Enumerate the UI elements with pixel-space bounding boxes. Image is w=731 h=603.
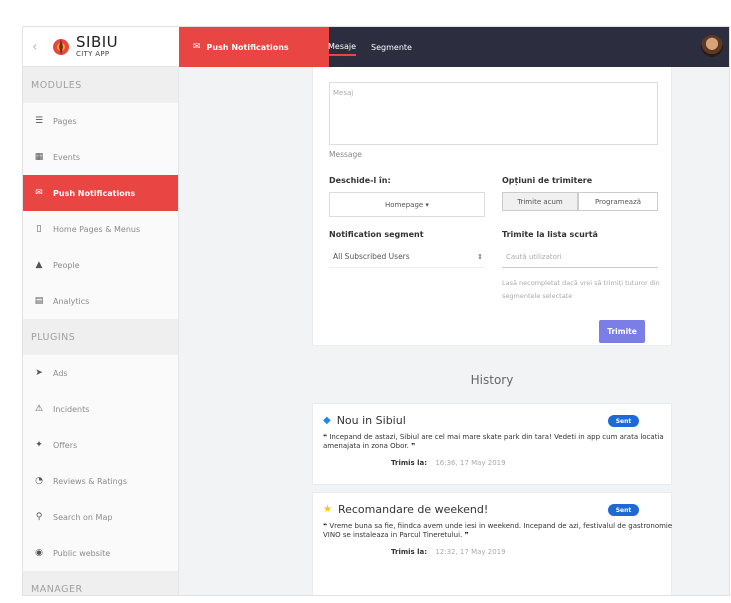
sidebar-item-people[interactable]: ▲ People (23, 247, 178, 283)
sidebar-item-label: Analytics (53, 296, 90, 306)
star-icon: ★ (323, 504, 332, 515)
sidebar-item-label: Search on Map (53, 512, 113, 522)
tab-bar: Mesaje Segmente (328, 27, 427, 67)
module-title-label: Push Notifications (206, 42, 289, 52)
app-name: SIBIU (76, 33, 119, 51)
segment-select[interactable]: All Subscribed Users ⇕ (329, 246, 485, 268)
sidebar-item-label: Push Notifications (53, 188, 136, 198)
select-arrows-icon: ⇕ (477, 252, 483, 261)
history-item[interactable]: ◆ Nou in Sibiul Sent ❝ Incepand de astaz… (312, 403, 672, 485)
compose-card: Mesaj Message Deschide-l în: Homepage ▾ … (312, 67, 672, 346)
history-item-title-text: Recomandare de weekend! (337, 503, 489, 516)
sent-at-value: 12:32, 17 May 2019 (435, 548, 506, 556)
app-subtitle: CITY APP (76, 50, 110, 58)
history-item-body-text: Vreme buna sa fie, fiindca avem unde ies… (323, 522, 673, 539)
sent-at-label: Trimis la: (391, 459, 428, 467)
history-item-meta: Trimis la: 12:32, 17 May 2019 (391, 548, 506, 556)
logo-text: SIBIU CITY APP (76, 35, 118, 58)
chevron-left-icon[interactable]: ‹ (32, 39, 46, 55)
sidebar-item-label: Events (53, 152, 81, 162)
sidebar-item-search-on-map[interactable]: ⚲ Search on Map (23, 499, 178, 535)
diamond-icon: ◆ (323, 415, 331, 426)
message-textarea[interactable]: Mesaj (329, 82, 658, 145)
logo-icon (52, 38, 70, 56)
message-label: Message (329, 150, 362, 159)
sidebar: MODULES ☰ Pages ▦ Events ✉ Push Notificatio… (23, 67, 179, 595)
quote-close-icon: ❞ (411, 442, 416, 450)
sidebar-item-events[interactable]: ▦ Events (23, 139, 178, 175)
calendar-icon: ▦ (34, 152, 44, 162)
history-title: History (470, 373, 514, 387)
tab-segmente[interactable]: Segmente (371, 40, 412, 55)
mobile-icon: ▯ (36, 224, 42, 234)
send-button[interactable]: Trimite (599, 320, 645, 343)
status-badge: Sent (608, 504, 639, 516)
sidebar-item-ads[interactable]: ➤ Ads (23, 355, 178, 391)
sidebar-item-label: Reviews & Ratings (53, 476, 127, 486)
tag-icon: ✦ (35, 440, 43, 450)
chart-icon: ▤ (34, 296, 44, 306)
comment-icon: ◔ (35, 476, 43, 486)
top-bar: ‹ SIBIU CITY APP ✉ Push Notifications Me… (23, 27, 729, 67)
schedule-button[interactable]: Programează (578, 192, 658, 211)
history-item[interactable]: ★ Recomandare de weekend! Sent ❝ Vreme b… (312, 492, 673, 595)
history-item-title: ◆ Nou in Sibiul (323, 414, 406, 427)
sidebar-item-label: Public website (53, 548, 111, 558)
sidebar-item-label: Incidents (53, 404, 90, 414)
open-in-label: Deschide-l în: (329, 176, 391, 185)
brand: ‹ SIBIU CITY APP (23, 27, 179, 67)
history-item-meta: Trimis la: 16:36, 17 May 2019 (391, 459, 506, 467)
history-item-title: ★ Recomandare de weekend! (323, 503, 488, 516)
history-item-body: ❝ Vreme buna sa fie, fiindca avem unde i… (323, 522, 673, 540)
history-item-body-text: Incepand de astazi, Sibiul are cel mai m… (323, 433, 664, 450)
section-manager: MANAGER (23, 571, 178, 595)
segment-label: Notification segment (329, 230, 424, 239)
list-icon: ☰ (34, 116, 44, 126)
section-modules: MODULES (23, 67, 178, 103)
sidebar-item-label: Home Pages & Menus (53, 224, 141, 234)
shortlist-hint: Lasă necompletat dacă vrei să trimiți tu… (502, 279, 660, 300)
app-window: ‹ SIBIU CITY APP ✉ Push Notifications Me… (22, 26, 730, 596)
send-options-label: Opțiuni de trimitere (502, 176, 593, 185)
sidebar-item-label: Pages (53, 116, 77, 126)
user-search-input[interactable]: Caută utilizatori (502, 246, 658, 268)
search-icon: ⚲ (35, 512, 43, 522)
sidebar-item-home-pages-menus[interactable]: ▯ Home Pages & Menus (23, 211, 178, 247)
sidebar-item-analytics[interactable]: ▤ Analytics (23, 283, 178, 319)
sidebar-item-offers[interactable]: ✦ Offers (23, 427, 178, 463)
sidebar-item-incidents[interactable]: ⚠ Incidents (23, 391, 178, 427)
sidebar-item-public-website[interactable]: ◉ Public website (23, 535, 178, 571)
quote-open-icon: ❝ (323, 522, 328, 530)
avatar[interactable] (701, 35, 723, 57)
envelope-icon: ✉ (193, 42, 201, 52)
open-in-dropdown[interactable]: Homepage ▾ (329, 192, 485, 217)
user-icon: ▲ (35, 260, 43, 270)
globe-icon: ◉ (35, 548, 43, 558)
status-badge: Sent (608, 415, 639, 427)
envelope-icon: ✉ (35, 188, 43, 198)
sidebar-item-label: Offers (53, 440, 78, 450)
tab-mesaje[interactable]: Mesaje (328, 39, 357, 56)
quote-open-icon: ❝ (323, 433, 328, 441)
warning-icon: ⚠ (34, 404, 44, 414)
history-item-title-text: Nou in Sibiul (336, 414, 406, 427)
sidebar-item-push-notifications[interactable]: ✉ Push Notifications (23, 175, 178, 211)
sidebar-item-pages[interactable]: ☰ Pages (23, 103, 178, 139)
sent-at-label: Trimis la: (391, 548, 428, 556)
sent-at-value: 16:36, 17 May 2019 (435, 459, 506, 467)
section-plugins: PLUGINS (23, 319, 178, 355)
megaphone-icon: ➤ (35, 368, 43, 378)
quote-close-icon: ❞ (464, 531, 469, 539)
sidebar-item-reviews-ratings[interactable]: ◔ Reviews & Ratings (23, 463, 178, 499)
shortlist-label: Trimite la lista scurtă (502, 230, 598, 239)
main-content: Mesaj Message Deschide-l în: Homepage ▾ … (188, 67, 729, 595)
send-now-button[interactable]: Trimite acum (502, 192, 578, 211)
sidebar-item-label: People (53, 260, 80, 270)
module-title: ✉ Push Notifications (179, 27, 329, 67)
history-item-body: ❝ Incepand de astazi, Sibiul are cel mai… (323, 433, 673, 451)
segment-value: All Subscribed Users (333, 252, 410, 261)
sidebar-item-label: Ads (53, 368, 68, 378)
